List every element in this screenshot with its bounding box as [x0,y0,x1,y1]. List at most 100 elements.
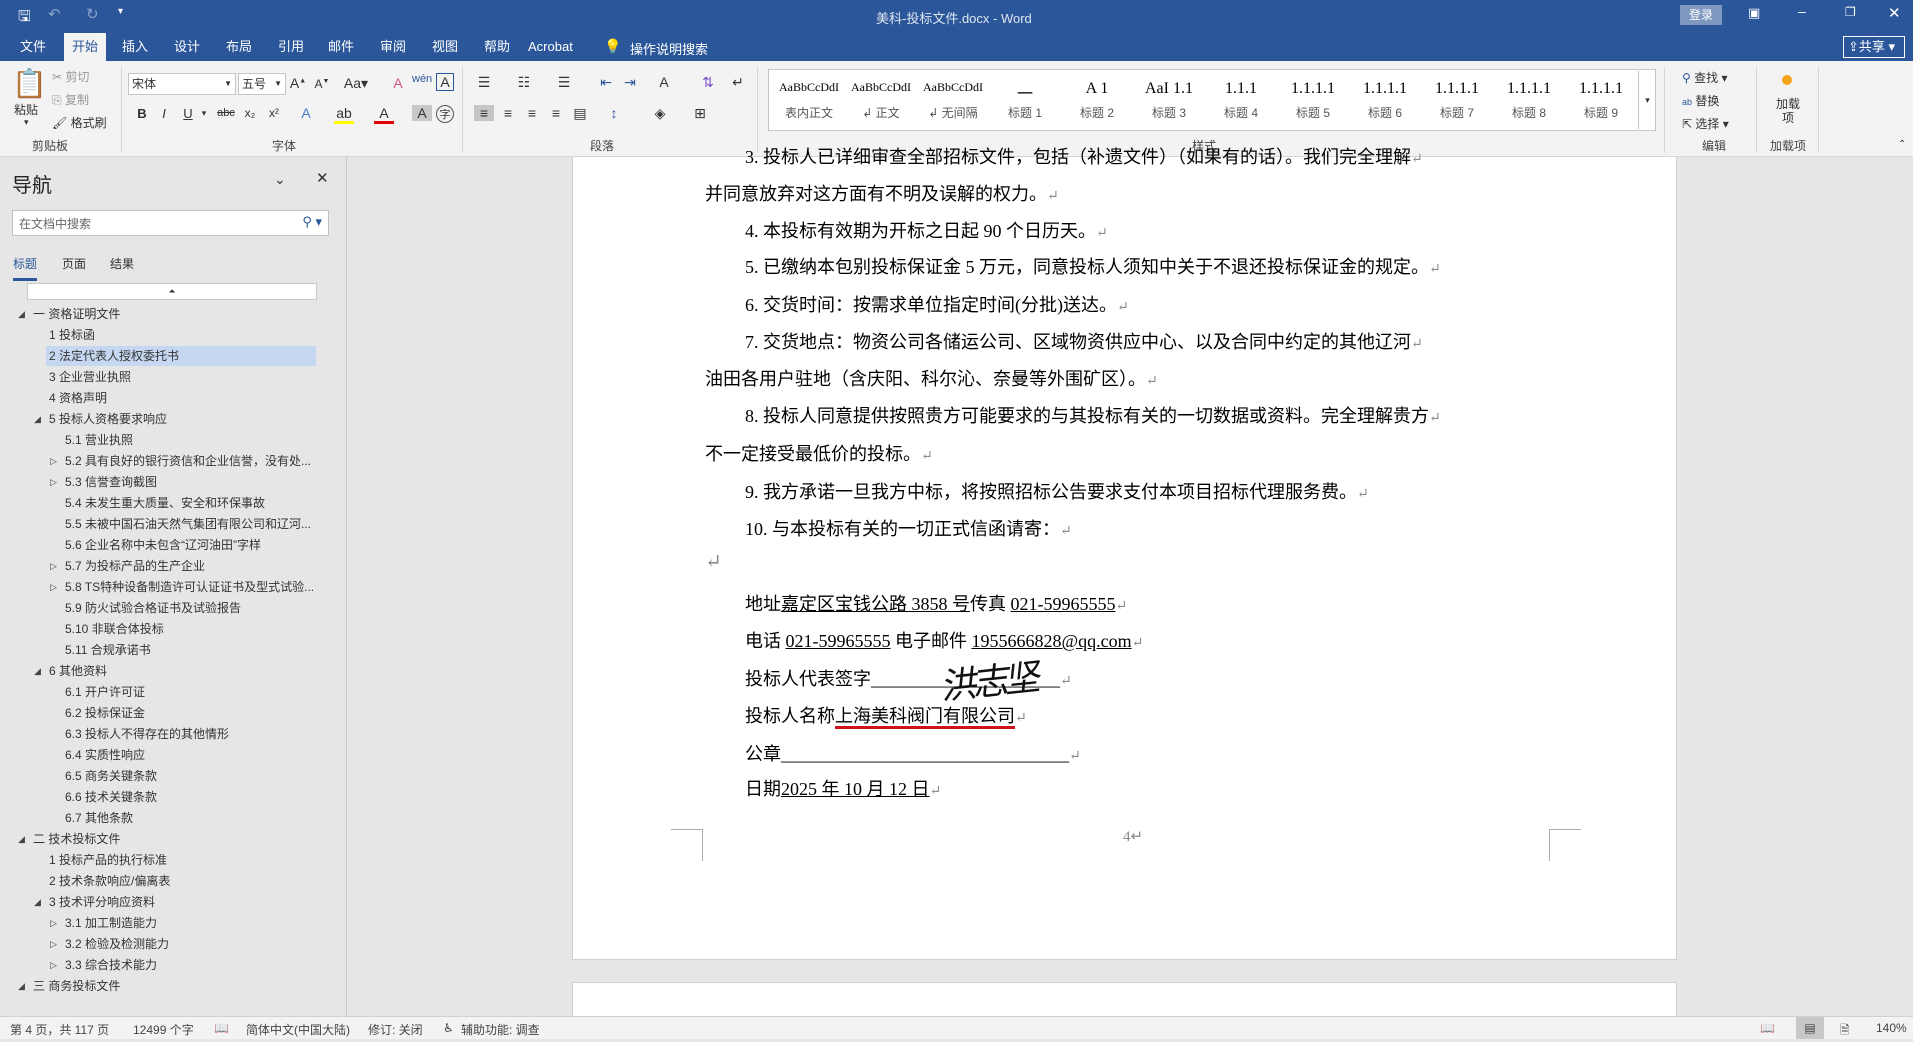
nav-tab-headings[interactable]: 标题 [13,255,38,281]
zoom-level[interactable]: 140% [1876,1021,1907,1035]
find-button[interactable]: ⚲ 查找 ▾ [1682,69,1728,86]
read-mode-icon[interactable]: 📖 [1760,1021,1775,1035]
style-item[interactable]: 1.1.1.1 标题 5 [1277,70,1349,130]
style-item[interactable]: 1.1.1.1 标题 6 [1349,70,1421,130]
next-page[interactable] [572,982,1677,1016]
nav-heading-item[interactable]: 5.2 具有良好的银行资信和企业信誉，没有处... [62,451,311,471]
tab-9[interactable]: 帮助 [476,33,518,61]
document-page[interactable]: 3. 投标人已详细审查全部招标文件，包括（补遗文件）（如果有的话）。我们完全理解… [572,147,1677,960]
nav-heading-item[interactable]: 5.1 营业执照 [62,430,133,450]
nav-heading-item[interactable]: 6.2 投标保证金 [62,703,145,723]
style-item[interactable]: 1.1.1 标题 4 [1205,70,1277,130]
undo-icon[interactable]: ↶ [48,5,61,23]
nav-heading-item[interactable]: 2 技术条款响应/偏离表 [46,871,170,891]
save-icon[interactable]: 🖫 [18,6,31,31]
nav-heading-item[interactable]: 3 企业营业执照 [46,367,131,387]
text-effects-icon[interactable]: A [296,105,316,121]
expanded-triangle-icon[interactable]: ◢ [34,409,46,429]
expanded-triangle-icon[interactable]: ◢ [18,976,30,996]
style-item[interactable]: A 1 标题 2 [1061,70,1133,130]
nav-heading-item[interactable]: 5.6 企业名称中未包含“辽河油田”字样 [62,535,261,555]
vertical-scrollbar[interactable] [1894,157,1913,1016]
nav-heading-item[interactable]: 6.1 开户许可证 [62,682,145,702]
justify-icon[interactable]: ≡ [546,105,566,121]
customize-toolbar-icon[interactable]: ▾ [118,6,123,17]
style-item[interactable]: AaBbCcDdI ↲ 无间隔 [917,70,989,130]
nav-heading-item[interactable]: 6 其他资料 [46,661,107,681]
expanded-triangle-icon[interactable]: ◢ [34,892,46,912]
borders-icon[interactable]: ⊞ [690,105,710,122]
increase-indent-icon[interactable]: ⇥ [620,74,640,91]
tab-2[interactable]: 插入 [114,33,156,61]
nav-heading-item[interactable]: 5 投标人资格要求响应 [46,409,167,429]
show-marks-icon[interactable]: ↵ [728,74,748,91]
font-size-select[interactable]: 五号 ▼ [238,73,286,95]
nav-heading-item[interactable]: 1 投标产品的执行标准 [46,850,167,870]
nav-heading-item[interactable]: 5.5 未被中国石油天然气集团有限公司和辽河... [62,514,311,534]
nav-heading-item[interactable]: 4 资格声明 [46,388,107,408]
nav-heading-item[interactable]: 2 法定代表人授权委托书 [46,346,316,366]
bold-icon[interactable]: B [132,106,152,121]
font-name-select[interactable]: 宋体 ▼ [128,73,236,95]
distributed-icon[interactable]: ▤ [570,105,590,122]
tab-10[interactable]: Acrobat [520,33,581,61]
search-icon[interactable]: ⚲ ▾ [302,214,322,230]
track-changes[interactable]: 修订: 关闭 [368,1021,423,1038]
login-button[interactable]: 登录 [1680,5,1722,25]
style-item[interactable]: AaBbCcDdI 表内正文 [773,70,845,130]
nav-heading-item[interactable]: 5.11 合规承诺书 [62,640,151,660]
styles-more-button[interactable]: ▾ [1638,71,1656,129]
collapsed-triangle-icon[interactable]: ▷ [50,577,62,597]
collapsed-triangle-icon[interactable]: ▷ [50,472,62,492]
tab-7[interactable]: 审阅 [372,33,414,61]
line-spacing-icon[interactable]: ↕ [604,105,624,121]
align-left-icon[interactable]: ≡ [474,105,494,121]
nav-tab-pages[interactable]: 页面 [62,255,86,272]
underline-dropdown-icon[interactable]: ▾ [194,108,214,119]
nav-heading-item[interactable]: 3.2 检验及检测能力 [62,934,169,954]
strikethrough-icon[interactable]: abc [216,107,236,119]
font-color-icon[interactable]: A [374,105,394,124]
numbering-icon[interactable]: ☷ [514,74,534,91]
addins-button[interactable]: 加载项 [1776,97,1800,125]
tab-6[interactable]: 邮件 [320,33,362,61]
share-button[interactable]: ⇪共享 ▾ [1843,36,1905,58]
print-layout-icon[interactable]: ▤ [1796,1017,1824,1039]
tell-me-search[interactable]: 操作说明搜索 [630,39,708,58]
nav-search-box[interactable]: 在文档中搜索 ⚲ ▾ [12,210,329,236]
redo-icon[interactable]: ↻ [86,5,99,23]
style-item[interactable]: 1.1.1.1 标题 8 [1493,70,1565,130]
proofing-icon[interactable]: 📖 [214,1021,229,1035]
nav-heading-item[interactable]: 6.4 实质性响应 [62,745,145,765]
subscript-icon[interactable]: x₂ [240,106,260,120]
cut-button[interactable]: ✂ 剪切 [52,68,89,85]
replace-button[interactable]: ab 替换 [1682,92,1719,109]
style-item[interactable]: 一标题 1 [989,70,1061,130]
nav-tab-results[interactable]: 结果 [110,255,134,272]
phonetic-guide-icon[interactable]: wén [412,73,432,85]
enclose-char-icon[interactable]: 字 [436,105,454,123]
nav-heading-item[interactable]: 6.3 投标人不得存在的其他情形 [62,724,229,744]
char-border-icon[interactable]: A [436,73,454,91]
decrease-indent-icon[interactable]: ⇤ [596,74,616,91]
nav-heading-item[interactable]: 5.10 非联合体投标 [62,619,164,639]
shading-icon[interactable]: ◈ [650,105,670,122]
highlight-icon[interactable]: ab [334,105,354,124]
collapsed-triangle-icon[interactable]: ▷ [50,451,62,471]
collapse-ribbon-icon[interactable]: ⌃ [1898,139,1906,150]
paste-icon[interactable]: 📋 [12,67,47,100]
tab-4[interactable]: 布局 [218,33,260,61]
nav-options-icon[interactable]: ⌄ [274,171,286,188]
grow-font-icon[interactable]: A▲ [288,75,308,91]
multilevel-list-icon[interactable]: ☰ [554,74,574,91]
sort-icon[interactable]: ⇅ [698,74,718,91]
italic-icon[interactable]: I [154,106,174,121]
align-right-icon[interactable]: ≡ [522,105,542,121]
tab-1[interactable]: 开始 [64,33,107,61]
nav-heading-item[interactable]: 5.8 TS特种设备制造许可认证证书及型式试验... [62,577,314,597]
tab-3[interactable]: 设计 [166,33,208,61]
nav-heading-item[interactable]: 5.4 未发生重大质量、安全和环保事故 [62,493,265,513]
nav-heading-item[interactable]: 二 技术投标文件 [30,829,120,849]
style-item[interactable]: 1.1.1.1 标题 7 [1421,70,1493,130]
style-item[interactable]: AaBbCcDdI ↲ 正文 [845,70,917,130]
